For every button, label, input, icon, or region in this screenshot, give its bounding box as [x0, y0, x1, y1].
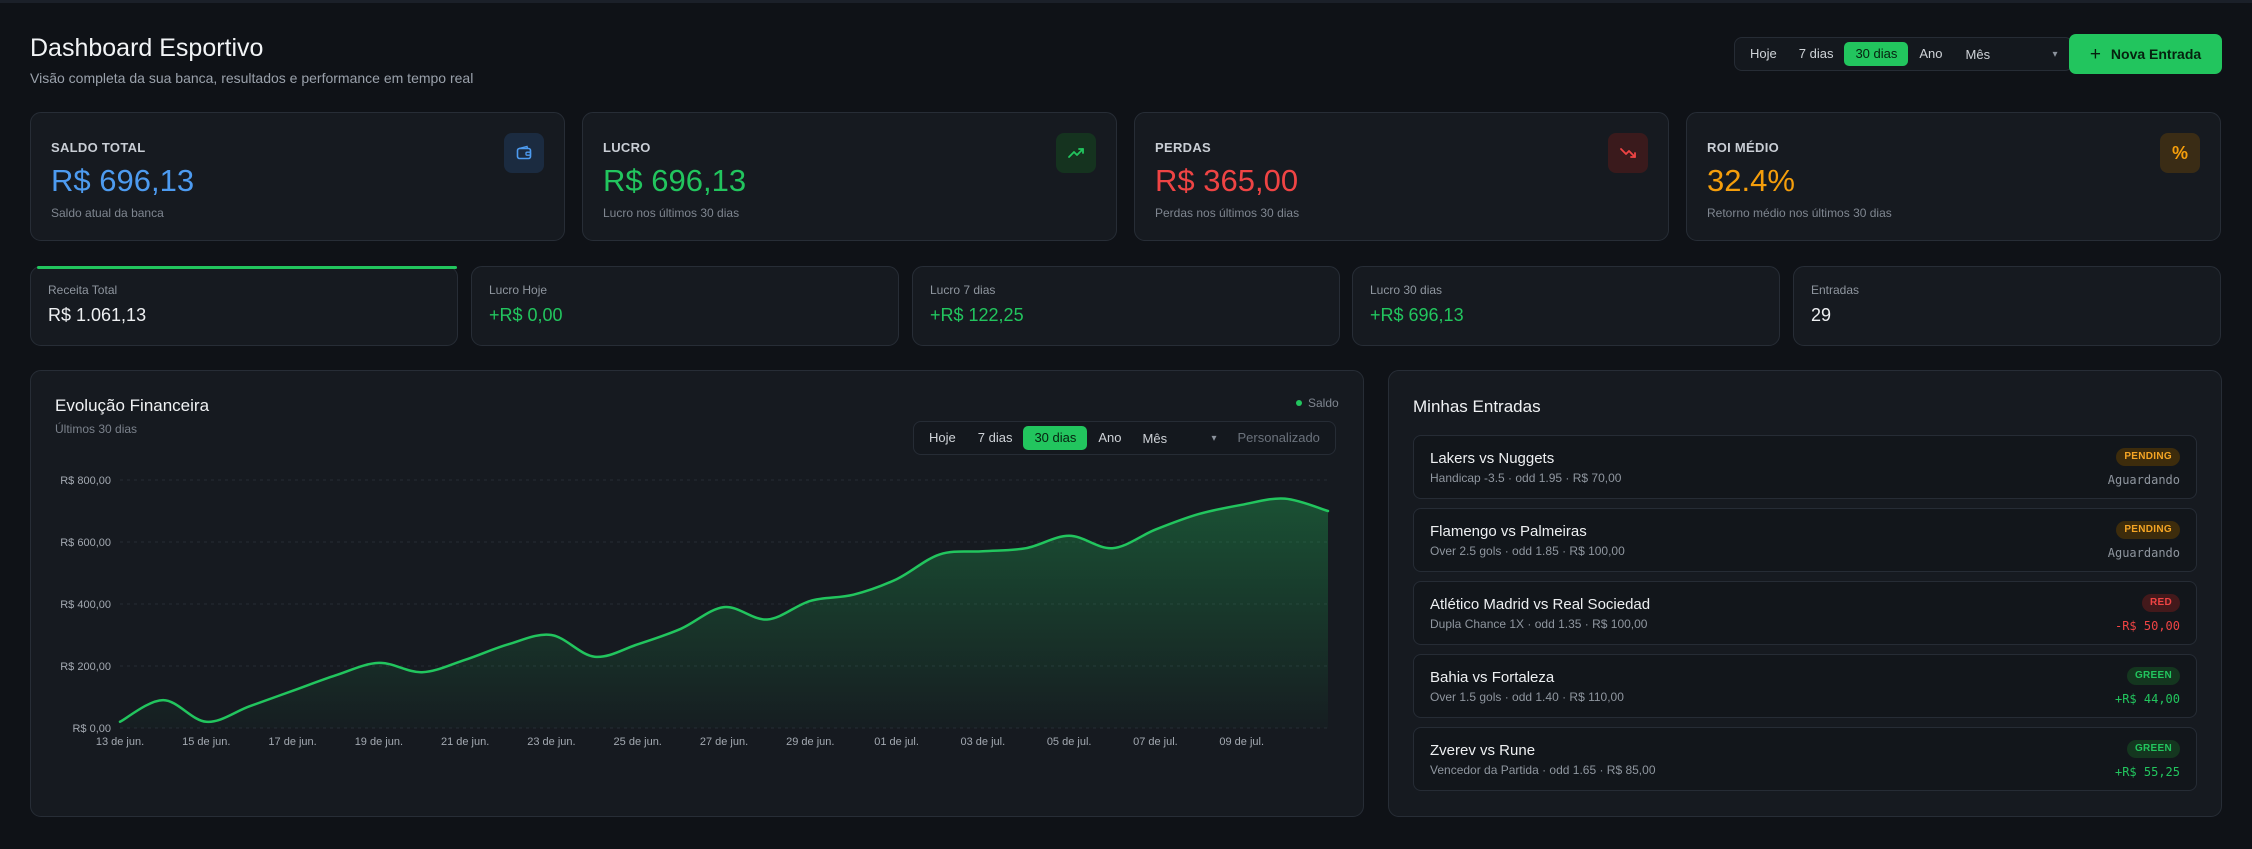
x-tick-label: 21 de jun. — [441, 736, 489, 748]
entry-item[interactable]: Flamengo vs Palmeiras Over 2.5 gols · od… — [1413, 508, 2197, 572]
y-tick-label: R$ 600,00 — [60, 537, 111, 549]
x-tick-label: 19 de jun. — [355, 736, 403, 748]
entry-result: -R$ 50,00 — [2114, 619, 2180, 633]
x-tick-label: 09 de jul. — [1219, 736, 1264, 748]
x-tick-label: 17 de jun. — [268, 736, 316, 748]
x-tick-label: 13 de jun. — [96, 736, 144, 748]
entry-result: Aguardando — [2107, 473, 2180, 487]
x-tick-label: 27 de jun. — [700, 736, 748, 748]
entry-item[interactable]: Bahia vs Fortaleza Over 1.5 gols · odd 1… — [1413, 654, 2197, 718]
entry-item[interactable]: Lakers vs Nuggets Handicap -3.5 · odd 1.… — [1413, 435, 2197, 499]
entry-detail: Over 1.5 gols · odd 1.40 · R$ 110,00 — [1430, 690, 1624, 704]
status-badge: GREEN — [2126, 667, 2180, 685]
entry-match: Bahia vs Fortaleza — [1430, 669, 1555, 686]
entry-item[interactable]: Zverev vs Rune Vencedor da Partida · odd… — [1413, 727, 2197, 791]
x-tick-label: 29 de jun. — [786, 736, 834, 748]
x-tick-label: 25 de jun. — [614, 736, 662, 748]
x-tick-label: 01 de jul. — [874, 736, 919, 748]
entry-match: Zverev vs Rune — [1430, 742, 1536, 759]
status-badge: PENDING — [2116, 448, 2180, 466]
entry-detail: Over 2.5 gols · odd 1.85 · R$ 100,00 — [1430, 544, 1625, 558]
entry-item[interactable]: Atlético Madrid vs Real Sociedad Dupla C… — [1413, 581, 2197, 645]
status-badge: GREEN — [2126, 740, 2180, 758]
x-tick-label: 23 de jun. — [527, 736, 575, 748]
y-tick-label: R$ 200,00 — [60, 661, 111, 673]
entry-result: Aguardando — [2107, 546, 2180, 560]
entry-match: Atlético Madrid vs Real Sociedad — [1430, 596, 1651, 613]
entry-detail: Dupla Chance 1X · odd 1.35 · R$ 100,00 — [1430, 617, 1648, 631]
status-badge: PENDING — [2116, 521, 2180, 539]
entry-result: +R$ 44,00 — [2114, 692, 2180, 706]
entry-match: Flamengo vs Palmeiras — [1430, 523, 1587, 540]
entry-match: Lakers vs Nuggets — [1430, 450, 1555, 467]
status-badge: RED — [2141, 594, 2180, 612]
entry-detail: Vencedor da Partida · odd 1.65 · R$ 85,0… — [1430, 763, 1656, 777]
x-tick-label: 07 de jul. — [1133, 736, 1178, 748]
entry-detail: Handicap -3.5 · odd 1.95 · R$ 70,00 — [1430, 471, 1622, 485]
y-tick-label: R$ 0,00 — [72, 723, 111, 735]
y-tick-label: R$ 400,00 — [60, 599, 111, 611]
entry-result: +R$ 55,25 — [2114, 765, 2180, 779]
x-tick-label: 03 de jul. — [961, 736, 1006, 748]
x-tick-label: 05 de jul. — [1047, 736, 1092, 748]
y-tick-label: R$ 800,00 — [60, 475, 111, 487]
entries-title: Minhas Entradas — [1413, 397, 1541, 416]
x-tick-label: 15 de jun. — [182, 736, 230, 748]
